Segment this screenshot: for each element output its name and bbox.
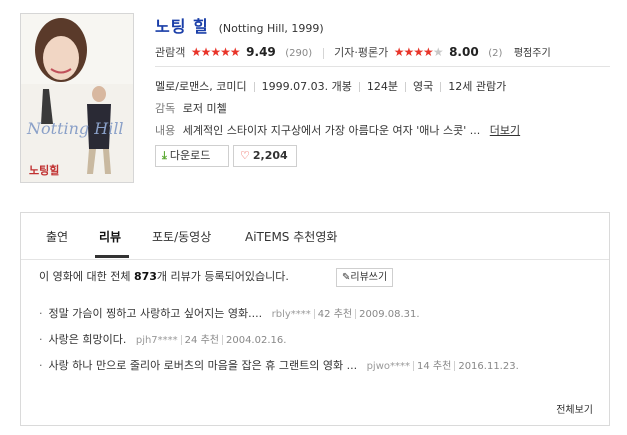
director-line: 감독 로저 미첼 [155,100,227,116]
poster-title-text: Notting Hill [26,119,124,138]
audience-rating-label: 관람객 [155,46,186,59]
review-recommend: 14 추천 [417,361,452,372]
movie-title[interactable]: 노팅 힐 [155,17,209,36]
plot-line: 내용 세계적인 스타이자 지구상에서 가장 아름다운 여자 '애나 스콧' ..… [155,122,520,138]
director-label: 감독 [155,102,176,115]
download-icon: ⤓ [162,149,167,162]
tab-review[interactable]: 리뷰 [99,228,121,245]
tab-photo-video[interactable]: 포토/동영상 [152,228,211,245]
critic-count: (2) [488,48,503,59]
download-label: 다운로드 [169,149,211,162]
rate-link[interactable]: 평점주기 [514,48,551,59]
review-date: 2009.08.31. [359,309,420,320]
age-rating: 12세 관람가 [448,80,507,93]
runtime: 124분 [366,80,399,93]
release-date: 1999.07.03. 개봉 [261,80,352,93]
active-tab-indicator [95,255,129,258]
more-link[interactable]: 더보기 [490,124,520,137]
review-recommend: 24 추천 [184,335,219,346]
original-title: (Notting Hill, 1999) [218,22,324,35]
write-review-button[interactable]: ✎리뷰쓰기 [336,268,394,287]
poster-image: Notting Hill 노팅힐 [21,14,133,182]
divider [322,47,324,59]
heart-icon: ♡ [240,149,250,162]
review-user: pjh7**** [135,335,178,346]
review-user: rbly**** [271,309,311,320]
tab-cast[interactable]: 출연 [46,228,68,245]
audience-stars-icon: ★★★★★ [190,45,241,59]
review-text[interactable]: 사랑 하나 만으로 줄리아 로버츠의 마음을 잡은 휴 그랜트의 영화 ... [49,359,358,372]
review-total: 873 [133,270,157,283]
country: 영국 [413,80,434,93]
poster-korean-text: 노팅힐 [29,163,59,177]
review-date: 2016.11.23. [458,361,519,372]
like-count: 2,204 [252,149,288,162]
audience-score: 9.49 [246,45,276,59]
movie-poster[interactable]: Notting Hill 노팅힐 [20,13,134,183]
review-text[interactable]: 정말 가슴이 찡하고 사랑하고 싶어지는 영화.... [49,307,263,320]
tab-panel: 출연 리뷰 포토/동영상 AiTEMS 추천영화 이 영화에 대한 전체 873… [20,212,610,426]
review-item: · 정말 가슴이 찡하고 사랑하고 싶어지는 영화.... rbly**** 42 … [39,307,420,320]
divider [155,66,610,67]
audience-count: (290) [285,48,313,59]
title-row: 노팅 힐 (Notting Hill, 1999) [155,13,324,37]
review-text[interactable]: 사랑은 희망이다. [49,333,127,346]
view-all-link[interactable]: 전체보기 [556,401,593,416]
review-user: pjwo**** [366,361,411,372]
review-item: · 사랑 하나 만으로 줄리아 로버츠의 마음을 잡은 휴 그랜트의 영화 ...… [39,359,519,372]
critic-stars-icon: ★★★★★ [393,45,444,59]
review-recommend: 42 추천 [317,309,353,320]
plot-text: 세계적인 스타이자 지구상에서 가장 아름다운 여자 '애나 스콧' ... [182,124,481,137]
like-button[interactable]: ♡ 2,204 [233,145,297,167]
director-link[interactable]: 로저 미첼 [183,102,227,115]
review-summary: 이 영화에 대한 전체 873개 리뷰가 등록되어있습니다. [39,270,289,283]
rating-row: 관람객 ★★★★★ 9.49 (290) 기자·평론가 ★★★★★ 8.00 (… [155,43,551,61]
tab-bar: 출연 리뷰 포토/동영상 AiTEMS 추천영화 [21,213,609,260]
download-button[interactable]: ⤓ 다운로드 [155,145,229,167]
review-item: · 사랑은 희망이다. pjh7**** 24 추천 2004.02.16. [39,333,287,346]
info-line: 멜로/로맨스, 코미디 1999.07.03. 개봉 124분 영국 12세 관람가 [155,78,506,94]
review-date: 2004.02.16. [225,335,287,346]
tab-aitems[interactable]: AiTEMS 추천영화 [245,228,337,245]
critic-rating-label: 기자·평론가 [334,46,389,59]
plot-label: 내용 [155,124,176,137]
genre: 멜로/로맨스, 코미디 [155,80,247,93]
critic-score: 8.00 [449,45,479,59]
